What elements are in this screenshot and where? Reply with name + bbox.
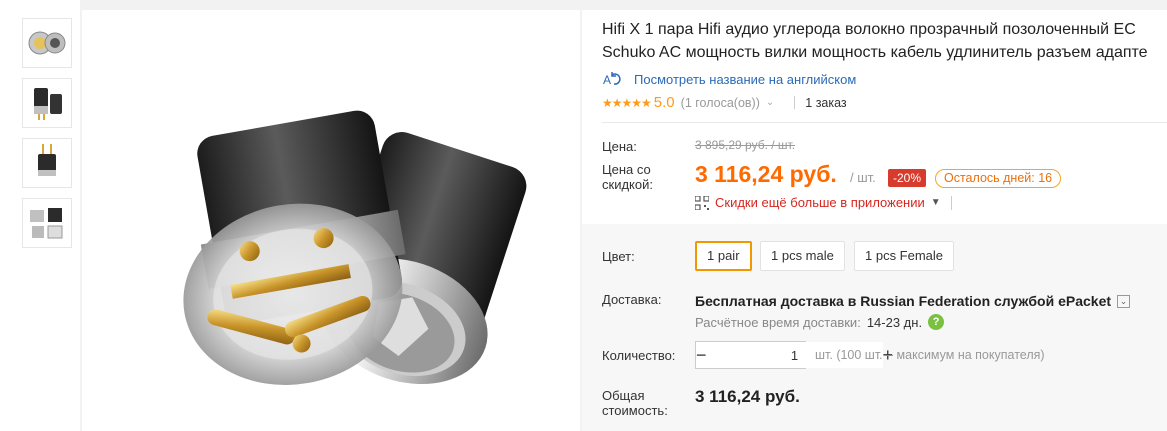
old-price: 3 895,29 руб. / шт. <box>695 138 796 152</box>
delivery-time-label: Расчётное время доставки: <box>695 314 861 330</box>
thumbnail-4[interactable] <box>22 198 72 248</box>
thumbnail-3[interactable] <box>22 138 72 188</box>
price-unit: / шт. <box>850 170 876 185</box>
product-info-panel: Hifi X 1 пара Hifi аудио углерода волокн… <box>582 10 1167 431</box>
option-1-pair[interactable]: 1 pair <box>695 241 752 271</box>
product-thumbnail-image <box>34 88 62 120</box>
chevron-down-icon[interactable]: ⌄ <box>766 97 774 108</box>
shipping-method: Бесплатная доставка в Russian Federation… <box>695 293 1131 309</box>
thumbnail-strip <box>0 0 80 431</box>
votes-link[interactable]: (1 голоса(ов)) <box>681 96 760 110</box>
option-1-pcs-female[interactable]: 1 pcs Female <box>854 241 955 271</box>
delivery-time: Расчётное время доставки: 14-23 дн. ? <box>695 314 945 330</box>
days-left-badge: Осталось дней: 16 <box>935 169 1062 188</box>
thumbnail-2[interactable] <box>22 78 72 128</box>
translate-title-link[interactable]: A Посмотреть название на английском <box>602 71 856 88</box>
total-label: Общая стоимость: <box>602 388 668 418</box>
decrease-quantity-button[interactable]: − <box>696 342 707 368</box>
title-line-1: Hifi X 1 пара Hifi аудио углерода волокн… <box>602 21 1136 38</box>
product-photo <box>183 110 527 385</box>
shipping-method-text: Бесплатная доставка в Russian Federation… <box>695 293 1112 309</box>
quantity-note: шт. (100 шт. – максимум на покупателя) <box>815 348 1045 362</box>
product-thumbnail-image <box>38 144 56 176</box>
title-line-2: Schuko AC мощность вилки мощность кабель… <box>602 44 1148 61</box>
app-promo-link[interactable]: Скидки ещё больше в приложении ▼ <box>695 195 952 210</box>
quantity-label: Количество: <box>602 348 676 363</box>
color-label: Цвет: <box>602 249 635 264</box>
divider <box>794 96 796 109</box>
divider <box>950 195 952 210</box>
translate-icon: A <box>603 72 621 87</box>
app-promo-text[interactable]: Скидки ещё больше в приложении <box>715 195 925 210</box>
svg-text:A: A <box>603 73 611 87</box>
option-1-pcs-male[interactable]: 1 pcs male <box>760 241 845 271</box>
help-icon[interactable]: ? <box>928 314 945 330</box>
delivery-time-value: 14-23 дн. <box>866 314 923 330</box>
star-rating-icon: ★★★★★ <box>602 95 652 110</box>
caret-down-icon[interactable]: ▼ <box>931 197 941 208</box>
divider <box>602 122 1167 123</box>
qr-code-icon <box>695 195 709 210</box>
thumbnail-1[interactable] <box>22 18 72 68</box>
rating-value: 5.0 <box>653 94 675 111</box>
discount-badge: -20% <box>888 169 927 187</box>
product-title: Hifi X 1 пара Hifi аудио углерода волокн… <box>602 18 1167 64</box>
total-price: 3 116,24 руб. <box>695 387 800 406</box>
orders-count: 1 заказ <box>805 95 847 110</box>
discount-price: 3 116,24 руб. <box>695 161 837 187</box>
rating-row: ★★★★★ 5.0 (1 голоса(ов)) ⌄ 1 заказ <box>602 94 847 111</box>
chevron-down-icon[interactable]: ⌄ <box>1117 294 1131 308</box>
discount-price-label: Цена со скидкой: <box>602 162 653 192</box>
price-label: Цена: <box>602 139 637 154</box>
product-thumbnail-image <box>30 208 63 239</box>
main-product-image[interactable] <box>82 10 580 431</box>
product-thumbnail-image <box>28 31 66 55</box>
translate-link-text[interactable]: Посмотреть название на английском <box>634 72 856 87</box>
quantity-stepper: − + <box>695 341 893 369</box>
shipping-label: Доставка: <box>602 292 662 307</box>
